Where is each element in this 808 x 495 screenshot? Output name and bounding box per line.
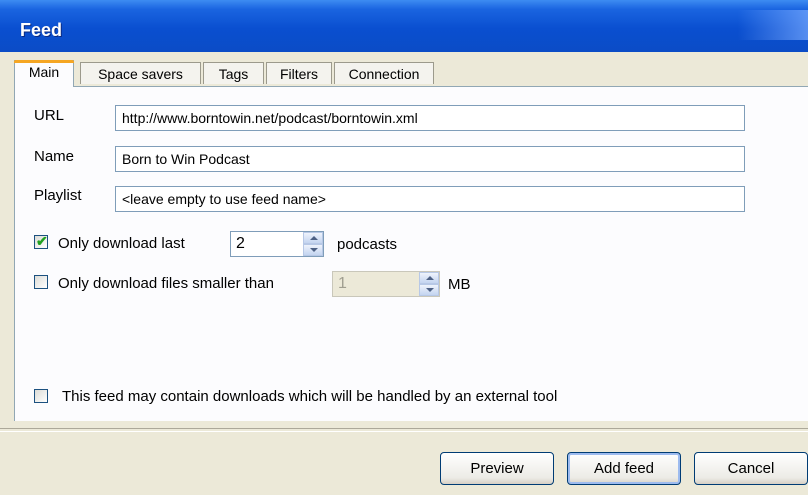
tab-tags[interactable]: Tags — [203, 62, 264, 84]
download-last-stepper[interactable]: 2 — [230, 231, 324, 257]
download-last-value: 2 — [236, 235, 245, 252]
smaller-than-value: 1 — [338, 275, 347, 292]
cancel-button[interactable]: Cancel — [694, 452, 808, 485]
external-tool-checkbox[interactable] — [34, 389, 48, 403]
url-label: URL — [34, 107, 65, 124]
download-last-suffix: podcasts — [337, 236, 398, 253]
download-last-checkbox[interactable]: ✔ — [34, 233, 48, 249]
title-bar[interactable]: Feed — [0, 0, 808, 52]
name-label: Name — [34, 148, 75, 165]
stepper-buttons — [303, 232, 323, 256]
stepper-up-icon — [419, 272, 439, 284]
smaller-than-label: Only download files smaller than — [58, 275, 274, 292]
playlist-label: Playlist — [34, 187, 82, 204]
smaller-than-checkbox[interactable] — [34, 275, 48, 289]
external-tool-label: This feed may contain downloads which wi… — [62, 388, 558, 405]
feed-dialog: Feed Main Space savers Tags Filters Conn… — [0, 0, 808, 495]
name-input[interactable]: Born to Win Podcast — [115, 146, 745, 172]
divider — [0, 428, 808, 432]
url-input[interactable]: http://www.borntowin.net/podcast/borntow… — [115, 105, 745, 131]
tab-space-savers[interactable]: Space savers — [80, 62, 201, 84]
stepper-down-icon[interactable] — [303, 244, 323, 256]
stepper-buttons — [419, 272, 439, 296]
add-feed-button[interactable]: Add feed — [567, 452, 681, 485]
title-bar-glare — [738, 10, 808, 40]
playlist-input[interactable]: <leave empty to use feed name> — [115, 186, 745, 212]
checkmark-icon: ✔ — [36, 233, 48, 249]
tab-panel-main — [14, 86, 808, 421]
smaller-than-suffix: MB — [448, 276, 471, 293]
smaller-than-stepper: 1 — [332, 271, 440, 297]
window-title: Feed — [20, 20, 63, 40]
tab-filters[interactable]: Filters — [266, 62, 332, 84]
stepper-down-icon — [419, 284, 439, 296]
download-last-label: Only download last — [58, 235, 185, 252]
tab-connection[interactable]: Connection — [334, 62, 434, 84]
tab-main[interactable]: Main — [14, 60, 74, 87]
stepper-up-icon[interactable] — [303, 232, 323, 244]
preview-button[interactable]: Preview — [440, 452, 554, 485]
